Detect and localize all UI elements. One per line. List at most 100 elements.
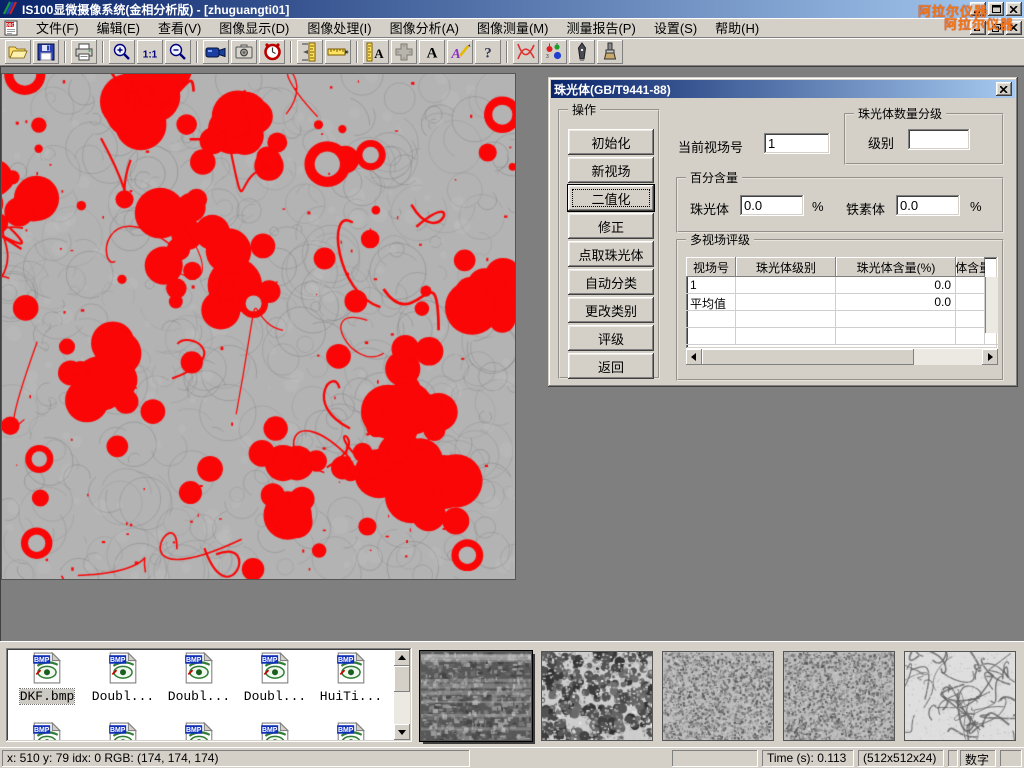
thumb-1[interactable] (420, 651, 532, 741)
op-button-4[interactable]: 修正 (568, 213, 654, 239)
rating-col-3[interactable]: 珠光体含量(%) (836, 257, 956, 277)
operations-group: 操作 初始化新视场二值化修正点取珠光体自动分类更改类别评级返回 (558, 109, 660, 379)
timer-icon[interactable] (259, 40, 285, 64)
menu-item-2[interactable]: 编辑(E) (88, 16, 149, 39)
rating-table[interactable]: 视场号珠光体级别珠光体含量(%)铁素体含量(%) 10.0平均值0.0 (686, 257, 998, 349)
thumb-4[interactable] (783, 651, 895, 741)
document-system-icon[interactable]: DOC (3, 19, 23, 37)
svg-text:BMP: BMP (110, 657, 126, 664)
camera-icon[interactable] (231, 40, 257, 64)
grade-input[interactable] (908, 129, 970, 150)
rating-cell (956, 311, 985, 327)
video-camera-icon[interactable] (203, 40, 229, 64)
rating-table-hscrollbar[interactable] (686, 349, 998, 365)
rating-group-title: 多视场评级 (686, 233, 754, 247)
file-item-4[interactable]: BMPDoubl... (238, 652, 312, 704)
grade-group-title: 珠光体数量分级 (854, 107, 946, 121)
scroll-down-icon[interactable] (394, 724, 410, 740)
menu-item-7[interactable]: 图像测量(M) (468, 16, 558, 39)
thumb-5[interactable] (904, 651, 1016, 741)
time-status: Time (s): 0.113 (762, 750, 854, 767)
save-icon[interactable] (33, 40, 59, 64)
file-name: Doubl... (168, 689, 230, 704)
menu-item-8[interactable]: 测量报告(P) (557, 16, 644, 39)
file-item-row2-2[interactable]: BMP (86, 722, 160, 740)
rating-col-1[interactable]: 视场号 (686, 257, 736, 277)
file-browser-scrollbar[interactable] (394, 650, 410, 740)
file-item-row2-5[interactable]: BMP (314, 722, 388, 740)
text-icon[interactable]: A (419, 40, 445, 64)
menu-item-5[interactable]: 图像处理(I) (298, 16, 380, 39)
rating-row-1[interactable]: 10.0 (686, 277, 998, 294)
pearlite-percent-input[interactable] (740, 195, 804, 216)
ruler-icon[interactable] (325, 40, 351, 64)
scroll-up-icon[interactable] (394, 650, 410, 666)
op-button-5[interactable]: 点取珠光体 (568, 241, 654, 267)
svg-text:BMP: BMP (186, 657, 202, 664)
dialog-title-bar[interactable]: 珠光体(GB/T9441-88) (551, 80, 1015, 98)
rating-row-4[interactable] (686, 328, 998, 345)
print-icon[interactable] (71, 40, 97, 64)
op-button-8[interactable]: 评级 (568, 325, 654, 351)
zoom-out-icon[interactable] (165, 40, 191, 64)
file-item-1[interactable]: BMPDKF.bmp (10, 652, 84, 704)
zoom-in-icon[interactable] (109, 40, 135, 64)
hscroll-right-icon[interactable] (982, 349, 998, 365)
file-item-row2-3[interactable]: BMP (162, 722, 236, 740)
cursor-position-status: x: 510 y: 79 idx: 0 RGB: (174, 174, 174) (2, 750, 470, 767)
toolbar-separator (102, 41, 104, 63)
open-file-icon[interactable] (5, 40, 31, 64)
menu-item-3[interactable]: 查看(V) (149, 16, 210, 39)
font-edit-icon[interactable]: A (447, 40, 473, 64)
rating-table-vscrollbar[interactable] (985, 277, 998, 333)
micrograph-image[interactable] (1, 73, 516, 580)
thumb-3[interactable] (662, 651, 774, 741)
toolbar-separator (196, 41, 198, 63)
op-button-2[interactable]: 新视场 (568, 157, 654, 183)
brush-icon[interactable] (597, 40, 623, 64)
op-button-3[interactable]: 二值化 (568, 185, 654, 211)
file-item-3[interactable]: BMP Doubl... (162, 652, 236, 704)
help-icon[interactable]: ? (475, 40, 501, 64)
rating-row-2[interactable]: 平均值0.0 (686, 294, 998, 311)
rating-row-3[interactable] (686, 311, 998, 328)
op-button-6[interactable]: 自动分类 (568, 269, 654, 295)
curve-icon[interactable] (513, 40, 539, 64)
file-item-5[interactable]: BMPHuiTi... (314, 652, 388, 704)
grade-group: 珠光体数量分级 级别 (844, 113, 1004, 165)
menu-item-1[interactable]: 文件(F) (27, 16, 88, 39)
file-name: Doubl... (244, 689, 306, 704)
menu-item-10[interactable]: 帮助(H) (706, 16, 768, 39)
measure-text-icon[interactable]: A (363, 40, 389, 64)
menu-item-6[interactable]: 图像分析(A) (381, 16, 468, 39)
hscroll-thumb[interactable] (702, 349, 914, 365)
file-item-row2-4[interactable]: BMP (238, 722, 312, 740)
file-item-row2-1[interactable]: BMP (10, 722, 84, 740)
points-icon[interactable]: 3 (541, 40, 567, 64)
file-item-2[interactable]: BMPDoubl... (86, 652, 160, 704)
caliper-icon[interactable] (297, 40, 323, 64)
menu-item-4[interactable]: 图像显示(D) (210, 16, 298, 39)
op-button-1[interactable]: 初始化 (568, 129, 654, 155)
current-view-input[interactable] (764, 133, 830, 154)
bmp-file-icon: BMP (32, 673, 62, 687)
app-logo-icon (2, 1, 18, 18)
ferrite-percent-input[interactable] (896, 195, 960, 216)
pen-icon[interactable] (569, 40, 595, 64)
rating-cell (736, 277, 836, 293)
zoom-actual-icon[interactable]: 1:1 (137, 40, 163, 64)
rating-cell: 0.0 (836, 294, 956, 310)
svg-text:BMP: BMP (110, 727, 126, 734)
thumb-2[interactable] (541, 651, 653, 741)
merge-icon[interactable] (391, 40, 417, 64)
op-button-7[interactable]: 更改类别 (568, 297, 654, 323)
rating-col-2[interactable]: 珠光体级别 (736, 257, 836, 277)
menu-item-9[interactable]: 设置(S) (645, 16, 706, 39)
dialog-close-icon[interactable] (996, 82, 1012, 96)
rating-col-4[interactable]: 铁素体含量(%) (956, 257, 985, 277)
scroll-thumb[interactable] (394, 666, 410, 692)
hscroll-left-icon[interactable] (686, 349, 702, 365)
rating-table-body: 10.0平均值0.0 (686, 277, 998, 345)
op-button-9[interactable]: 返回 (568, 353, 654, 379)
bmp-file-icon: BMP (336, 673, 366, 687)
